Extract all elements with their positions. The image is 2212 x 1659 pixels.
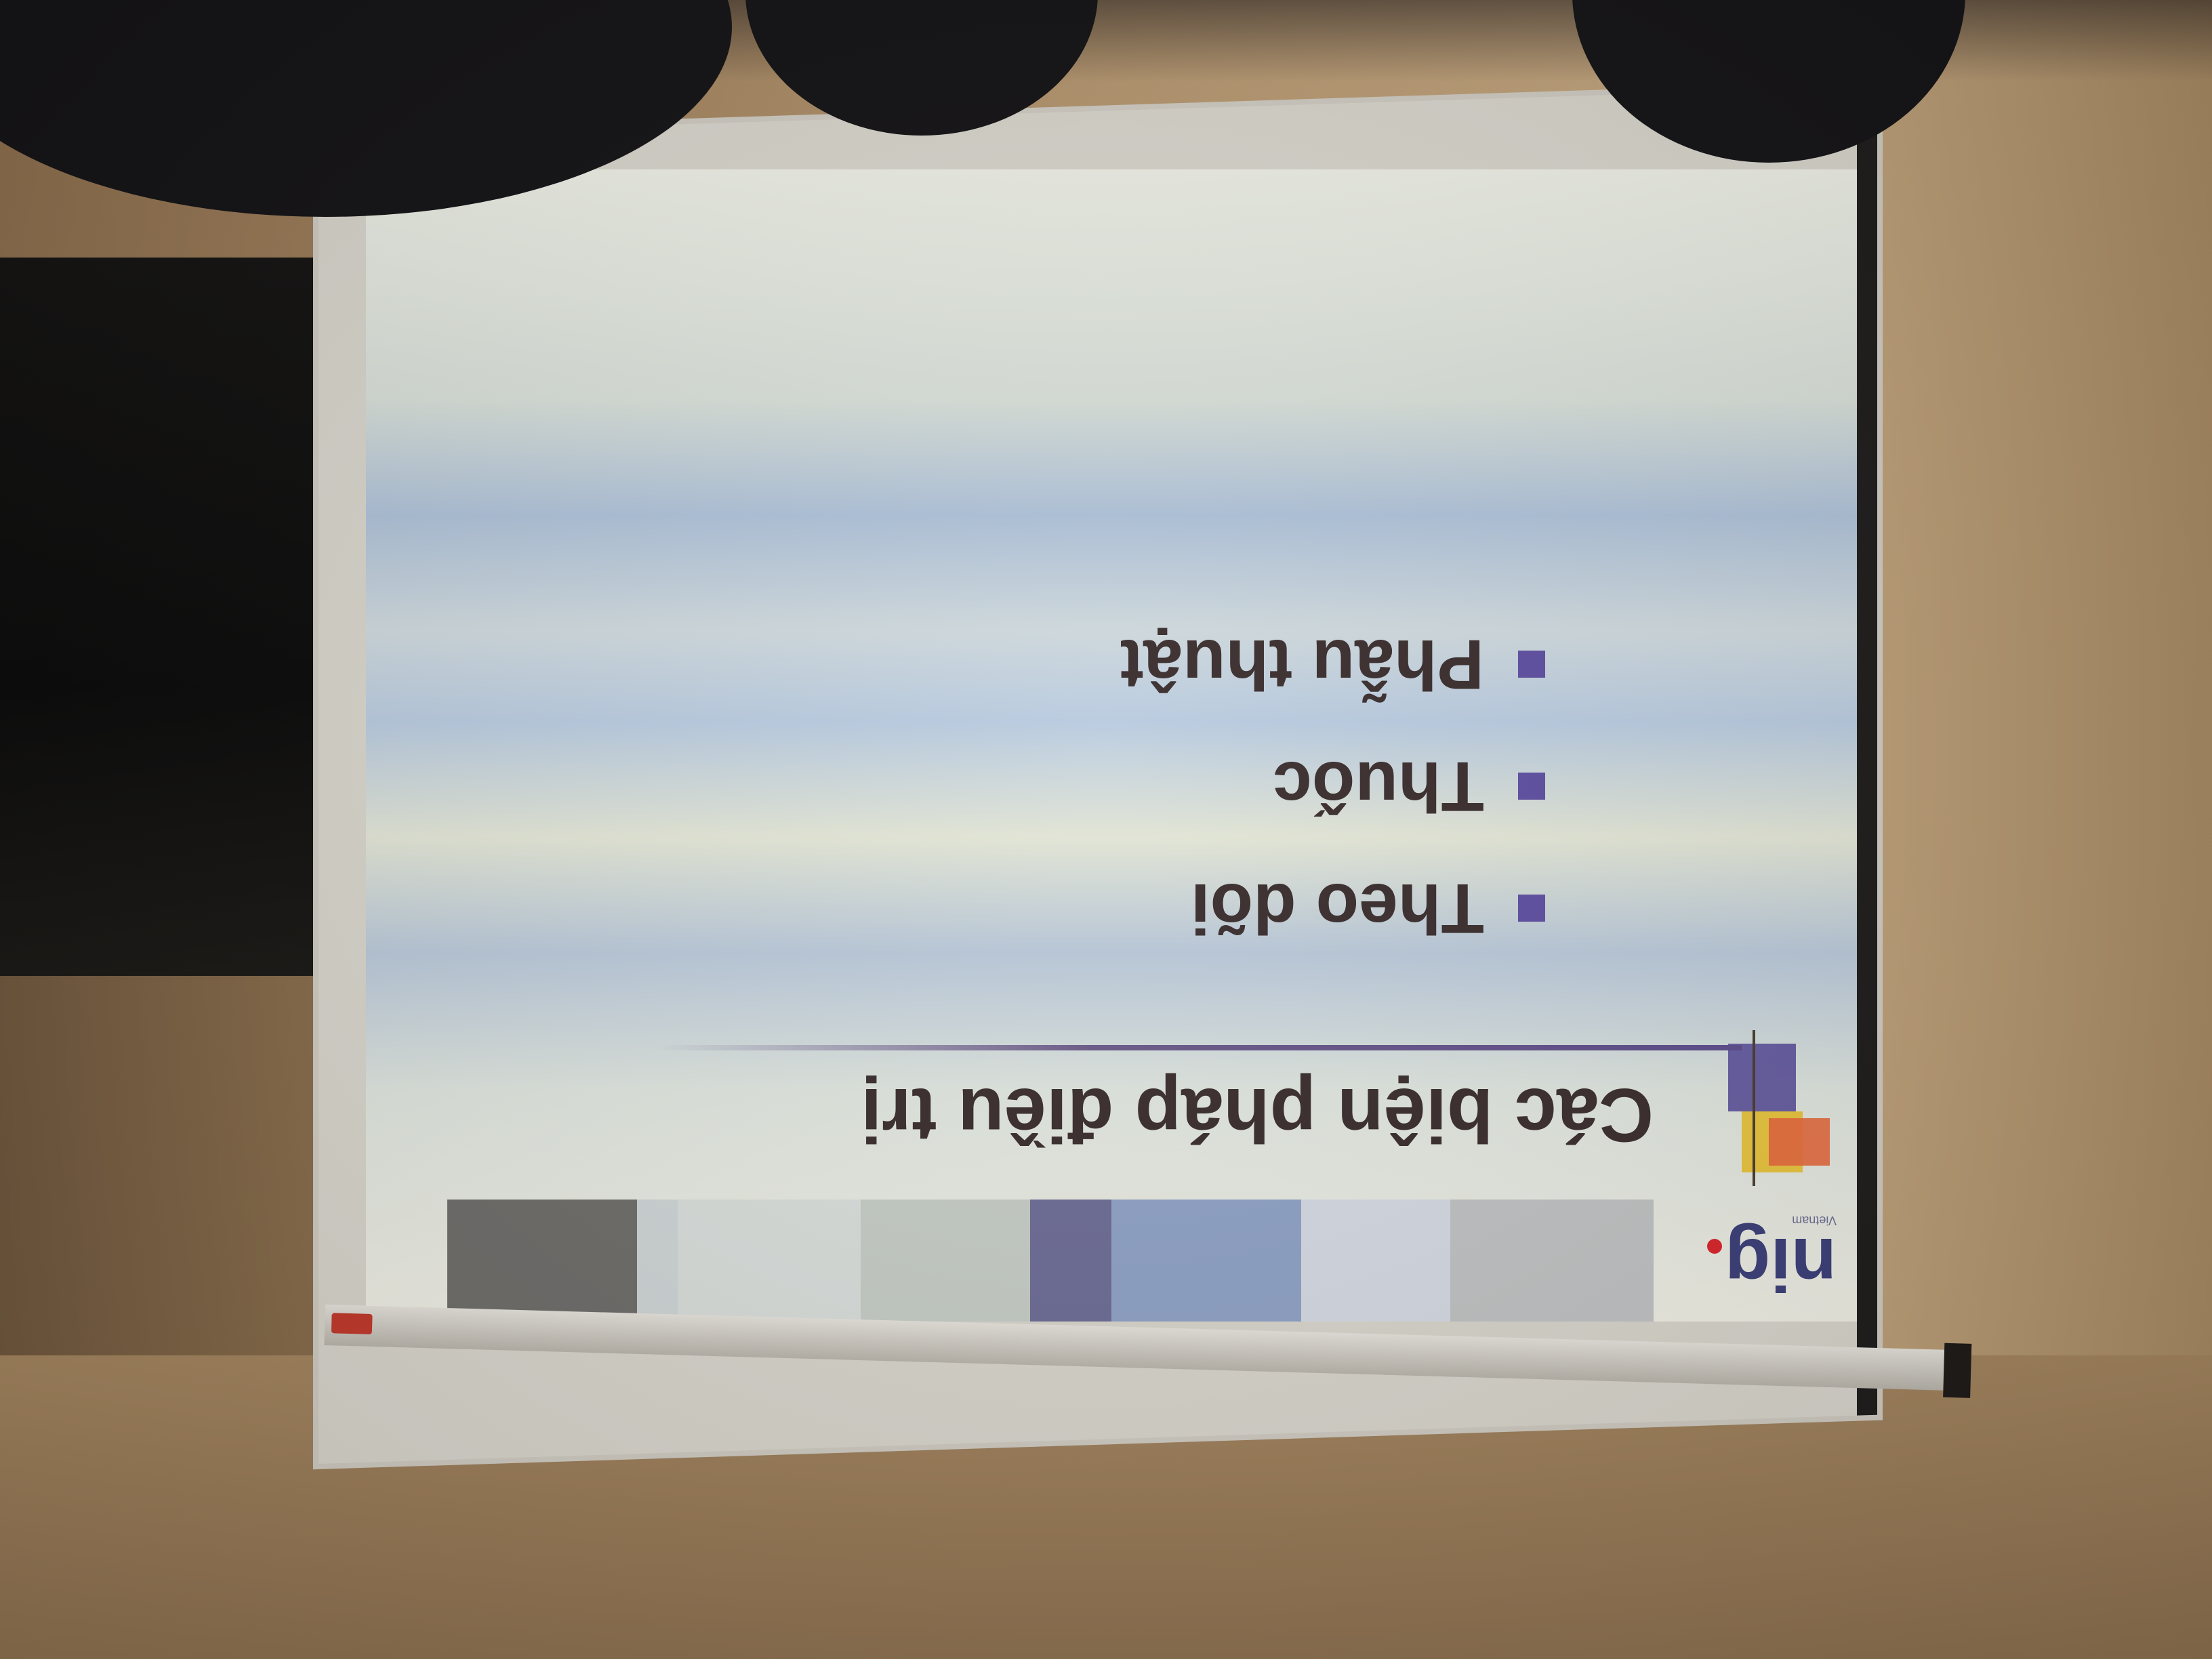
bar-block [1030, 1200, 1111, 1322]
bullet-text: Thuốc [1273, 747, 1484, 826]
slide-title: Các biện pháp điều trị [861, 1073, 1654, 1158]
emblem-orange-square [1769, 1118, 1830, 1166]
bar-block [447, 1200, 637, 1322]
slide-top-bar [366, 1200, 1857, 1322]
title-rule [657, 1045, 1742, 1050]
logo-dot [1707, 1239, 1723, 1254]
bar-block [1301, 1200, 1450, 1322]
bar-block [678, 1200, 861, 1322]
emblem-line [1753, 1030, 1755, 1186]
roller-logo [331, 1313, 373, 1334]
bullet-square-icon [1518, 895, 1545, 922]
bullet-text: Theo dõi [1190, 869, 1484, 948]
bullet-text: Phẫu thuật [1120, 625, 1484, 704]
emblem [1694, 1030, 1830, 1186]
logo: nig Vietnam [1681, 1200, 1837, 1306]
emblem-purple-square [1728, 1044, 1796, 1111]
bullet-square-icon [1518, 773, 1545, 800]
bar-block [637, 1200, 678, 1322]
bullet-list: Theo dõi Thuốc Phẫu thuật [1120, 603, 1545, 969]
logo-text: nig [1725, 1223, 1837, 1306]
bar-block [861, 1200, 1030, 1322]
list-item: Theo dõi [1120, 847, 1545, 969]
list-item: Thuốc [1120, 725, 1545, 847]
projected-slide: nig Vietnam Các biện pháp điều trị Theo … [366, 169, 1857, 1322]
screen-edge [1857, 86, 1877, 1416]
roller-end-cap [1943, 1343, 1972, 1398]
list-item: Phẫu thuật [1120, 603, 1545, 725]
photo-scene: nig Vietnam Các biện pháp điều trị Theo … [0, 0, 2212, 1659]
bar-block [1111, 1200, 1301, 1322]
dark-doorway [0, 258, 366, 976]
bar-block [1450, 1200, 1654, 1322]
bullet-square-icon [1518, 651, 1545, 678]
